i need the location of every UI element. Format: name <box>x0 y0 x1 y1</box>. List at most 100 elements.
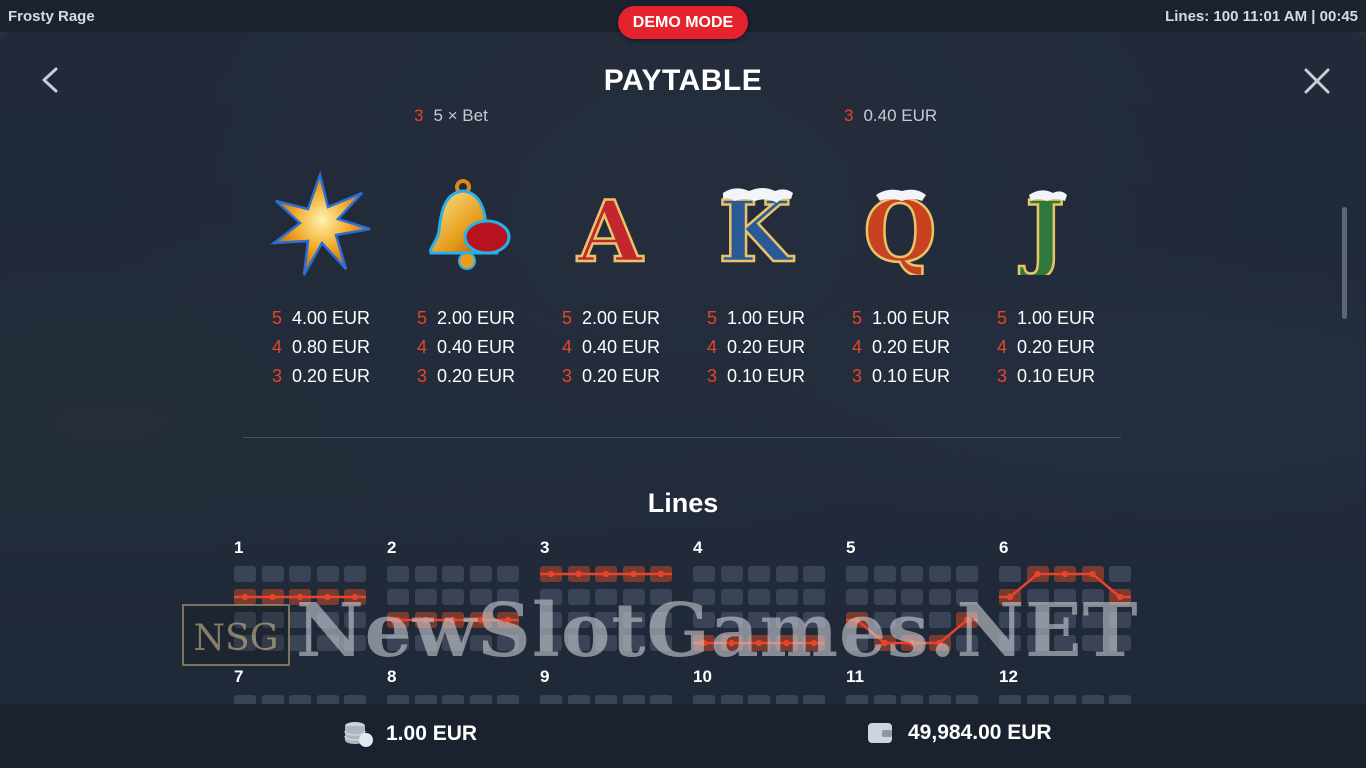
payout-count: 4 <box>997 337 1008 357</box>
payout-row: 5 2.00 EUR <box>562 304 682 333</box>
bell-symbol-icon <box>410 170 520 280</box>
payout-row: 4 0.40 EUR <box>562 333 682 362</box>
watermark-text: NewSlotGames.NET <box>296 588 1139 674</box>
payout-value: 0.20 EUR <box>292 366 371 386</box>
section-divider <box>243 437 1121 438</box>
payline-number: 7 <box>234 667 244 686</box>
bottom-bar <box>0 704 1366 768</box>
payout-row: 3 0.20 EUR <box>272 362 392 391</box>
payout-count: 5 <box>562 308 573 328</box>
bet-amount: 1.00 EUR <box>386 722 478 745</box>
scrollbar-thumb[interactable] <box>1342 207 1347 319</box>
payout-count: 5 <box>852 308 863 328</box>
payout-value: 0.20 EUR <box>582 366 661 386</box>
letter-q-symbol-icon: Q <box>845 170 955 280</box>
payout-row: 3 0.10 EUR <box>997 362 1117 391</box>
star-symbol-icon <box>265 170 375 280</box>
demo-mode-badge: DEMO MODE <box>618 6 748 39</box>
payout-count: 5 <box>997 308 1008 328</box>
letter-k-symbol-icon: K <box>700 170 810 280</box>
payout-count: 4 <box>707 337 718 357</box>
payout-value: 0.40 EUR <box>582 337 661 357</box>
payline-dot <box>657 570 665 578</box>
payout-value: 2.00 EUR <box>582 308 661 328</box>
payout-count: 5 <box>707 308 718 328</box>
payout-value: 1.00 EUR <box>1017 308 1096 328</box>
letter-a-glyph: A <box>576 182 644 275</box>
payout-value: 0.40 EUR <box>863 106 938 125</box>
payout-value: 0.10 EUR <box>727 366 806 386</box>
page-title: PAYTABLE <box>603 64 763 97</box>
cutoff-payout-right: 3 0.40 EUR <box>844 106 937 126</box>
payline-dot <box>630 570 637 578</box>
payout-row: 3 0.10 EUR <box>707 362 827 391</box>
payout-row: 4 0.80 EUR <box>272 333 392 362</box>
bell-payouts: 5 2.00 EUR 4 0.40 EUR 3 0.20 EUR <box>417 304 537 391</box>
payout-row: 5 1.00 EUR <box>852 304 972 333</box>
payout-count: 3 <box>272 366 283 386</box>
cutoff-payout-left: 3 5 × Bet <box>414 106 488 126</box>
payout-count: 4 <box>417 337 428 357</box>
q-payouts: 5 1.00 EUR 4 0.20 EUR 3 0.10 EUR <box>852 304 972 391</box>
lines-section-title: Lines <box>647 488 719 518</box>
payline-dot <box>1061 570 1069 578</box>
payout-row: 4 0.20 EUR <box>997 333 1117 362</box>
payout-row: 4 0.20 EUR <box>707 333 827 362</box>
payout-row: 4 0.20 EUR <box>852 333 972 362</box>
payout-value: 2.00 EUR <box>437 308 516 328</box>
back-arrow-icon[interactable] <box>38 66 62 94</box>
payout-value: 0.20 EUR <box>872 337 951 357</box>
payout-count: 3 <box>414 106 424 125</box>
close-icon[interactable] <box>1302 66 1332 96</box>
payout-row: 4 0.40 EUR <box>417 333 537 362</box>
payout-value: 0.80 EUR <box>292 337 371 357</box>
game-title: Frosty Rage <box>8 8 95 25</box>
balance-amount: 49,984.00 EUR <box>908 721 1052 744</box>
payline-number: 6 <box>999 538 1009 557</box>
payout-value: 1.00 EUR <box>872 308 951 328</box>
k-payouts: 5 1.00 EUR 4 0.20 EUR 3 0.10 EUR <box>707 304 827 391</box>
watermark: NSG NewSlotGames.NET <box>182 588 1182 674</box>
payline-dot <box>575 570 582 578</box>
payout-value: 0.10 EUR <box>1017 366 1096 386</box>
payout-row: 5 1.00 EUR <box>997 304 1117 333</box>
payout-row: 5 4.00 EUR <box>272 304 392 333</box>
payout-count: 3 <box>707 366 718 386</box>
payout-count: 5 <box>272 308 283 328</box>
payline-dot <box>1034 570 1041 578</box>
payout-count: 3 <box>844 106 854 125</box>
payout-row: 3 0.10 EUR <box>852 362 972 391</box>
coins-icon <box>344 722 373 747</box>
payline-number: 5 <box>846 538 856 557</box>
letter-a-symbol-icon: A <box>555 170 665 280</box>
payout-count: 5 <box>417 308 428 328</box>
payline-dot <box>547 570 555 578</box>
payline-number: 3 <box>540 538 550 557</box>
balance-display: 49,984.00 EUR <box>866 720 1052 746</box>
payout-value: 1.00 EUR <box>727 308 806 328</box>
payout-row: 5 1.00 EUR <box>707 304 827 333</box>
j-payouts: 5 1.00 EUR 4 0.20 EUR 3 0.10 EUR <box>997 304 1117 391</box>
payout-value: 4.00 EUR <box>292 308 371 328</box>
wallet-icon <box>868 723 892 743</box>
star-payouts: 5 4.00 EUR 4 0.80 EUR 3 0.20 EUR <box>272 304 392 391</box>
svg-text:NSG: NSG <box>194 618 279 659</box>
watermark-logo: NSG <box>182 604 290 666</box>
payout-value: 0.10 EUR <box>872 366 951 386</box>
payout-value: 0.40 EUR <box>437 337 516 357</box>
payout-count: 4 <box>272 337 283 357</box>
payout-count: 3 <box>852 366 863 386</box>
payout-value: 5 × Bet <box>433 106 488 125</box>
bet-display[interactable]: 1.00 EUR <box>342 720 477 748</box>
payout-row: 3 0.20 EUR <box>417 362 537 391</box>
payout-count: 3 <box>997 366 1008 386</box>
payout-value: 0.20 EUR <box>1017 337 1096 357</box>
payline-number: 1 <box>234 538 244 557</box>
payout-row: 3 0.20 EUR <box>562 362 682 391</box>
payout-row: 5 2.00 EUR <box>417 304 537 333</box>
payline-number: 4 <box>693 538 703 557</box>
payout-value: 0.20 EUR <box>727 337 806 357</box>
payline-number: 2 <box>387 538 397 557</box>
letter-j-symbol-icon: J <box>990 170 1100 280</box>
payout-count: 4 <box>562 337 573 357</box>
